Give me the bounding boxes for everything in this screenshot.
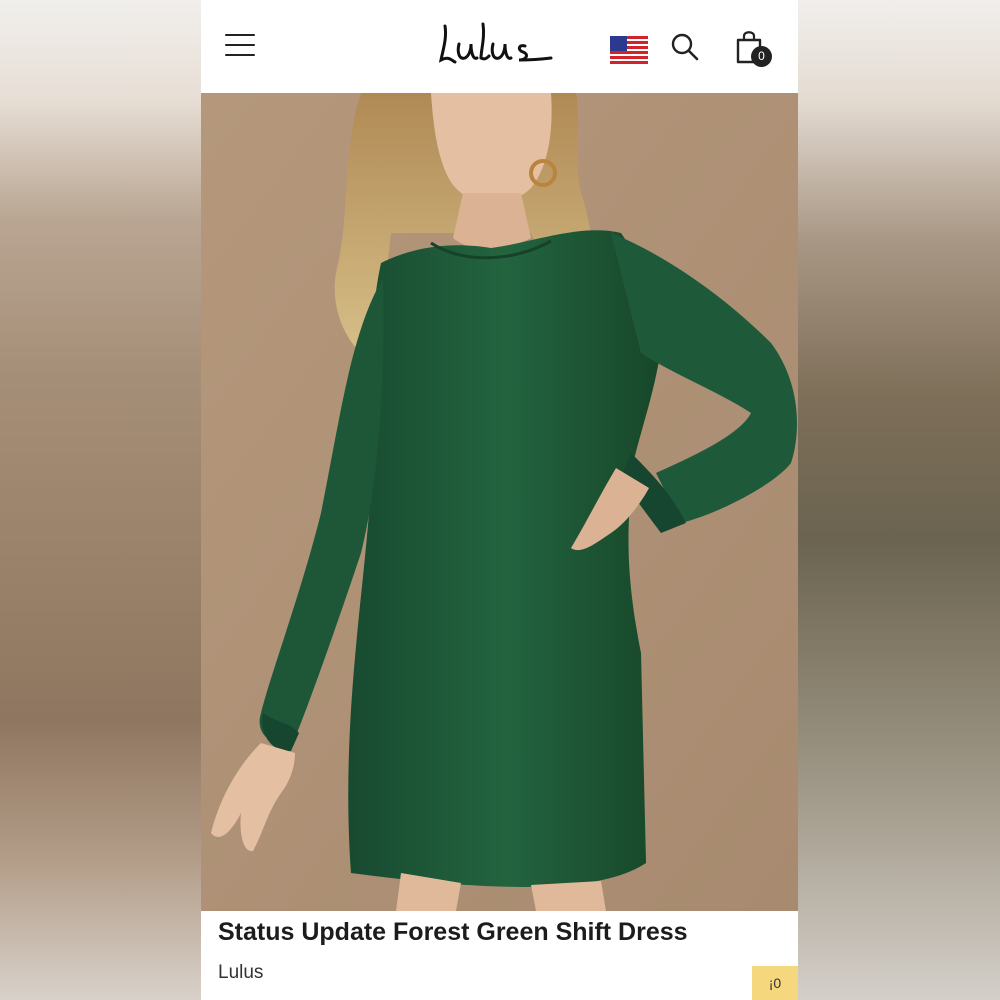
lulus-logo-wordmark bbox=[438, 22, 553, 64]
product-image-carousel[interactable] bbox=[201, 93, 798, 911]
product-title: Status Update Forest Green Shift Dress bbox=[218, 918, 688, 946]
model-in-green-dress-photo bbox=[201, 93, 798, 911]
menu-icon[interactable] bbox=[225, 34, 255, 58]
blurred-background-right bbox=[798, 0, 1000, 1000]
blurred-background-left bbox=[0, 0, 201, 1000]
product-brand[interactable]: Lulus bbox=[218, 962, 263, 984]
us-flag-icon[interactable] bbox=[610, 36, 648, 65]
mobile-product-page: 0 Status Update Forest Green Shift Dress… bbox=[201, 0, 798, 1000]
search-icon[interactable] bbox=[671, 33, 699, 61]
brand-logo[interactable] bbox=[437, 16, 557, 72]
cart-count-badge: 0 bbox=[751, 46, 772, 67]
promo-tab[interactable]: ¡0 bbox=[752, 966, 798, 1000]
top-navigation-bar: 0 bbox=[201, 0, 798, 93]
